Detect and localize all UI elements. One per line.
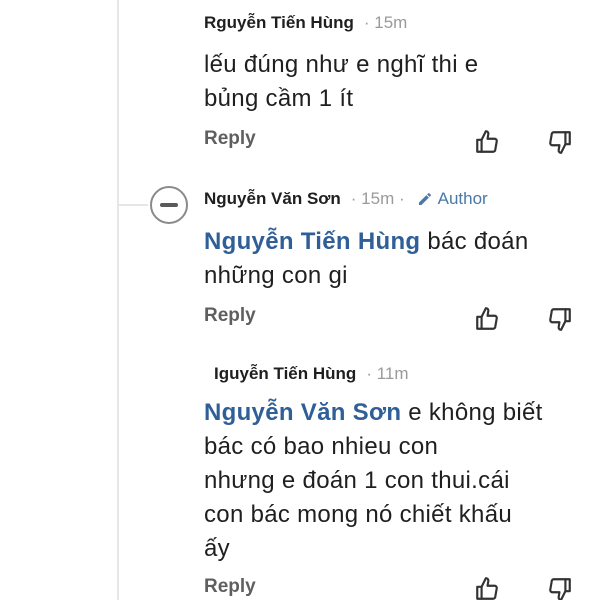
upvote-button[interactable] [472,304,502,334]
comment-text: e không biết [401,399,543,426]
thumbs-up-icon [476,577,498,600]
pencil-icon [418,193,431,205]
comment-line: lếu đúng như e nghĩ thi e [204,51,479,78]
thumbs-up-icon [476,130,498,153]
reply-button[interactable]: Reply [204,305,256,327]
author-badge-label: Author [437,189,488,208]
thread-line [117,0,119,600]
mention-link[interactable]: Nguyễn Tiến Hùng [204,228,420,255]
author-name[interactable]: Nguyễn Văn Sơn [204,189,341,209]
comment-thread: Rguyễn Tiến Hùng · 15m lếu đúng như e ng… [0,0,600,600]
comment-line: những con gi [204,262,348,289]
downvote-button[interactable] [545,127,575,157]
comment-time: · 11m [366,364,409,383]
comment-body: Nguyễn Tiến Hùng bác đoán những con gi [204,225,528,293]
comment-line: ấy [204,535,230,562]
comment-time: · 15m · [350,189,405,208]
upvote-button[interactable] [472,574,502,600]
comment-line: Nguyễn Tiến Hùng bác đoán [204,225,528,259]
comment-line: con bác mong nó chiết khấu [204,501,512,528]
mention-link[interactable]: Nguyễn Văn Sơn [204,399,401,426]
downvote-button[interactable] [545,574,575,600]
thumbs-down-icon [549,308,571,331]
comment-line: bủng cầm 1 ít [204,85,354,112]
reply-button[interactable]: Reply [204,128,256,150]
avatar[interactable] [150,186,188,224]
thumbs-down-icon [549,578,571,600]
thumbs-up-icon [476,307,498,330]
thumbs-down-icon [549,131,571,154]
comment-text: bác đoán [420,228,529,255]
thread-branch [118,204,148,206]
comment-line: nhưng e đoán 1 con thui.cái [204,467,510,494]
author-name[interactable]: Rguyễn Tiến Hùng [204,13,354,33]
comment-body: lếu đúng như e nghĩ thi e bủng cầm 1 ít [204,48,478,116]
reply-button[interactable]: Reply [204,576,256,598]
upvote-button[interactable] [472,127,502,157]
avatar-mark [160,203,178,207]
comment-time: · 15m [363,13,408,32]
comment-body: Nguyễn Văn Sơn e không biết bác có bao n… [204,396,543,566]
comment-header: Nguyễn Văn Sơn · 15m · Author [204,189,488,209]
downvote-button[interactable] [545,304,575,334]
comment-header: Iguyễn Tiến Hùng · 11m [214,364,409,384]
author-badge: Author [417,189,488,209]
comment-line: bác có bao nhieu con [204,433,439,460]
comment-line: Nguyễn Văn Sơn e không biết [204,396,543,430]
comment-header: Rguyễn Tiến Hùng · 15m [204,13,407,33]
author-name[interactable]: Iguyễn Tiến Hùng [214,364,356,384]
